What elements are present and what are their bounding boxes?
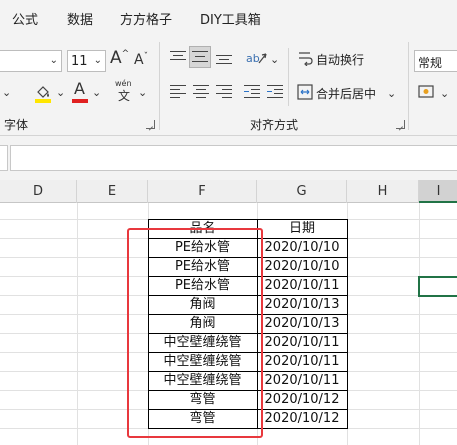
fill-color-button[interactable] — [34, 83, 52, 103]
cell-date[interactable]: 2020/10/12 — [257, 390, 347, 409]
column-header-g[interactable]: G — [257, 180, 347, 203]
ribbon-tab-bar: 公式 数据 方方格子 DIY工具箱 — [0, 0, 457, 38]
tab-diy-toolbox[interactable]: DIY工具箱 — [200, 9, 261, 28]
chevron-down-icon[interactable]: ⌄ — [440, 88, 449, 99]
font-color-button[interactable]: A — [71, 81, 89, 103]
chevron-down-icon[interactable]: ⌄ — [387, 88, 396, 99]
formula-bar — [0, 136, 457, 180]
fill-color-swatch — [35, 99, 51, 103]
table-border-line — [347, 219, 348, 428]
decrease-indent-icon[interactable] — [244, 85, 260, 99]
number-format-combobox[interactable]: 常规 — [414, 50, 457, 72]
cell-date[interactable]: 2020/10/11 — [257, 333, 347, 352]
svg-text:ab: ab — [246, 52, 260, 65]
align-bottom-icon[interactable] — [216, 51, 232, 65]
cell-date[interactable]: 2020/10/12 — [257, 409, 347, 428]
orientation-button[interactable]: ab — [245, 49, 269, 67]
font-name-combobox[interactable]: ⌄ — [0, 50, 62, 72]
group-separator — [408, 42, 409, 130]
tab-formulas[interactable]: 公式 — [12, 9, 38, 28]
column-header-i[interactable]: I — [419, 180, 457, 203]
phonetic-pinyin-text: wén — [115, 79, 132, 88]
header-cell-date[interactable]: 日期 — [257, 219, 347, 238]
alignment-group-label: 对齐方式 — [250, 118, 299, 132]
align-right-icon[interactable] — [216, 85, 232, 99]
increase-indent-icon[interactable] — [267, 85, 283, 99]
font-size-combobox[interactable]: 11 ⌄ — [67, 50, 106, 72]
accounting-format-button[interactable] — [418, 84, 436, 100]
tab-fangfang-gezi[interactable]: 方方格子 — [120, 9, 172, 28]
group-separator — [159, 42, 160, 130]
paint-bucket-icon — [35, 86, 51, 103]
cell-date[interactable]: 2020/10/10 — [257, 257, 347, 276]
chevron-down-icon[interactable]: ⌄ — [138, 87, 147, 98]
merge-center-icon — [297, 84, 313, 100]
font-letter-glyph: A — [110, 48, 122, 68]
font-letter-glyph: A — [134, 52, 144, 68]
cell-date[interactable]: 2020/10/13 — [257, 314, 347, 333]
column-header-e[interactable]: E — [77, 180, 148, 203]
ribbon: ⌄ 11 ⌄ A^ Aˇ ⌄ ⌄ A ⌄ wén 文 ⌄ 字体 ab ⌄ 自动换… — [0, 38, 457, 136]
align-left-icon[interactable] — [170, 85, 186, 99]
decrease-font-size-button[interactable]: Aˇ — [134, 52, 149, 68]
cell-date[interactable]: 2020/10/11 — [257, 352, 347, 371]
text-orientation-icon: ab — [246, 52, 267, 65]
group-separator — [288, 48, 289, 106]
chevron-down-icon[interactable]: ⌄ — [94, 56, 102, 66]
phonetic-hanzi-text: 文 — [118, 89, 131, 103]
formula-input[interactable] — [10, 145, 457, 171]
chevron-down-icon[interactable]: ⌄ — [50, 56, 58, 66]
wrap-text-icon — [297, 50, 313, 67]
merge-center-button[interactable]: 合并后居中 — [316, 85, 376, 102]
font-color-swatch — [72, 99, 88, 103]
wrap-text-button[interactable]: 自动换行 — [316, 51, 364, 68]
chevron-down-icon[interactable]: ⌄ — [270, 54, 279, 65]
name-box[interactable] — [0, 145, 8, 171]
column-header-f[interactable]: F — [148, 180, 257, 203]
chevron-down-icon[interactable]: ⌄ — [2, 87, 11, 98]
chevron-down-icon[interactable]: ⌄ — [92, 87, 101, 98]
font-size-value: 11 — [71, 54, 88, 69]
align-middle-button[interactable] — [189, 46, 211, 68]
font-color-letter: A — [74, 79, 85, 98]
column-header-row: D E F G H I — [0, 180, 457, 203]
caret-down-icon: ˇ — [143, 52, 149, 62]
tab-data[interactable]: 数据 — [67, 9, 93, 28]
cell-date[interactable]: 2020/10/10 — [257, 238, 347, 257]
chevron-down-icon[interactable]: ⌄ — [56, 87, 65, 98]
cell-date[interactable]: 2020/10/11 — [257, 371, 347, 390]
phonetic-guide-button[interactable]: wén 文 — [114, 80, 136, 104]
align-top-icon[interactable] — [170, 51, 186, 65]
cell-date[interactable]: 2020/10/11 — [257, 276, 347, 295]
accounting-icon — [418, 85, 434, 98]
align-middle-icon — [192, 51, 208, 65]
active-cell-cursor[interactable] — [418, 276, 457, 297]
cell-date[interactable]: 2020/10/13 — [257, 295, 347, 314]
table-border-line — [148, 219, 348, 220]
column-header-h[interactable]: H — [347, 180, 419, 203]
font-group-label: 字体 — [4, 118, 29, 132]
annotation-highlight-box — [127, 228, 263, 438]
font-dialog-launcher-icon[interactable] — [146, 120, 155, 129]
alignment-dialog-launcher-icon[interactable] — [396, 120, 405, 129]
increase-font-size-button[interactable]: A^ — [110, 50, 129, 67]
number-format-value: 常规 — [418, 56, 443, 70]
column-header-d[interactable]: D — [0, 180, 77, 203]
caret-up-icon: ^ — [121, 49, 130, 59]
align-center-icon[interactable] — [193, 85, 209, 99]
